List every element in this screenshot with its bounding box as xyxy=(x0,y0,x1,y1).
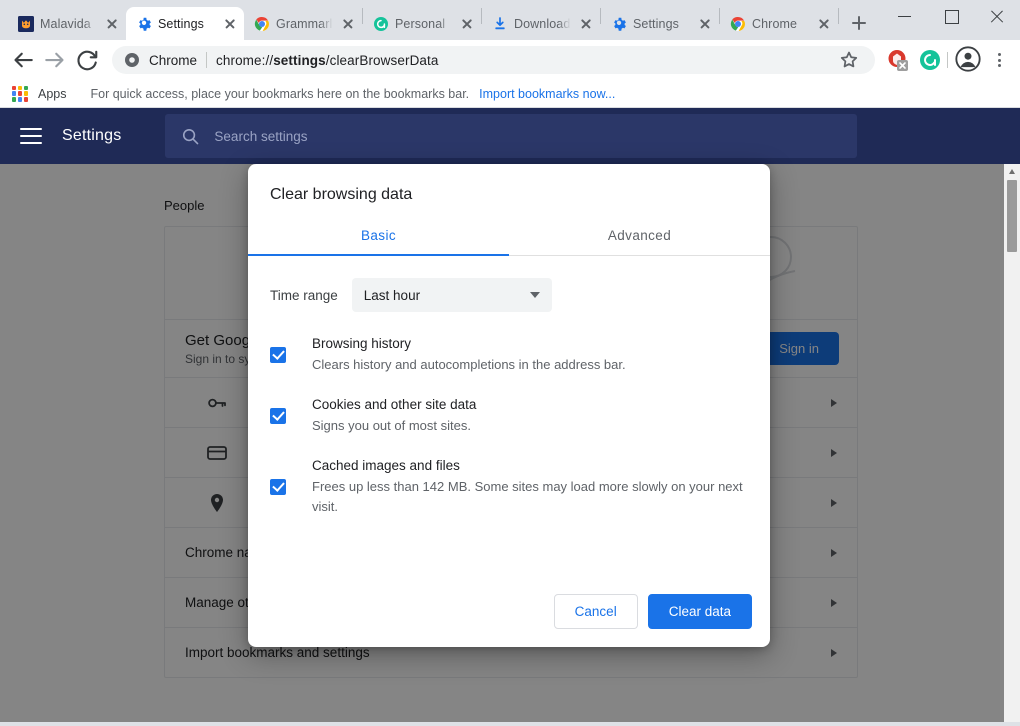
checkbox-title: Browsing history xyxy=(312,336,412,351)
scroll-up-arrow-icon[interactable] xyxy=(1008,169,1015,174)
import-bookmarks-link[interactable]: Import bookmarks now... xyxy=(479,87,615,101)
profile-avatar[interactable] xyxy=(954,45,984,75)
malavida-icon xyxy=(18,15,34,32)
checkbox-row-cached-images[interactable]: Cached images and files Frees up less th… xyxy=(270,456,748,517)
tab-separator xyxy=(838,8,839,24)
tab-label: Downloads xyxy=(514,16,572,31)
page-scrollbar[interactable] xyxy=(1004,164,1020,722)
bookmarks-bar: Apps For quick access, place your bookma… xyxy=(0,80,1020,108)
settings-page: Settings Search settings People Get Goog… xyxy=(0,108,1020,722)
url-bold: settings xyxy=(273,52,326,68)
chevron-down-icon xyxy=(529,292,540,298)
bookmarks-hint: For quick access, place your bookmarks h… xyxy=(90,86,470,101)
tab-label: Settings xyxy=(633,16,679,31)
browser-toolbar: Chrome chrome://settings/clearBrowserDat… xyxy=(0,40,1020,80)
checkbox-cookies[interactable] xyxy=(270,407,286,424)
settings-top-bar: Settings Search settings xyxy=(0,108,1020,164)
window-controls xyxy=(882,0,1020,32)
dialog-body: Time range Last hour Browsing history Cl… xyxy=(248,256,770,580)
gear-icon xyxy=(614,17,626,31)
tab-personal[interactable]: Personal xyxy=(363,7,481,40)
tab-basic[interactable]: Basic xyxy=(248,218,509,256)
tab-chrome[interactable]: Chrome xyxy=(720,7,838,40)
new-tab-button[interactable] xyxy=(845,9,873,37)
forward-button[interactable] xyxy=(40,45,70,75)
grammarly-icon xyxy=(374,16,388,31)
minimize-button[interactable] xyxy=(882,0,928,32)
tab-settings-2[interactable]: Settings xyxy=(601,7,719,40)
checkbox-row-cookies[interactable]: Cookies and other site data Signs you ou… xyxy=(270,395,748,436)
grammarly-extension-icon[interactable] xyxy=(917,47,943,73)
url-text: chrome://settings/clearBrowserData xyxy=(216,53,826,68)
address-bar[interactable]: Chrome chrome://settings/clearBrowserDat… xyxy=(112,46,875,74)
close-icon[interactable] xyxy=(816,16,832,32)
checkbox-cached-images[interactable] xyxy=(270,478,286,495)
tab-advanced[interactable]: Advanced xyxy=(509,218,770,255)
url-suffix: /clearBrowserData xyxy=(325,52,439,68)
tab-label: Personal xyxy=(395,16,446,31)
close-icon[interactable] xyxy=(222,16,238,32)
omnibox-divider xyxy=(206,52,208,68)
tab-label: Malavida xyxy=(40,16,91,31)
settings-search-placeholder: Search settings xyxy=(214,128,308,144)
toolbar-divider xyxy=(947,52,948,68)
tab-downloads[interactable]: Downloads xyxy=(482,7,600,40)
download-icon xyxy=(495,16,505,29)
chrome-icon xyxy=(125,53,139,67)
checkbox-description: Clears history and autocompletions in th… xyxy=(312,357,626,372)
checkbox-title: Cached images and files xyxy=(312,458,460,473)
search-icon xyxy=(183,128,199,144)
tab-settings-active[interactable]: Settings xyxy=(126,7,244,40)
settings-title: Settings xyxy=(62,127,122,144)
scrollbar-thumb[interactable] xyxy=(1007,180,1017,252)
apps-label[interactable]: Apps xyxy=(38,87,67,101)
window-close-button[interactable] xyxy=(974,0,1020,32)
tab-grammarly-page[interactable]: Grammarly xyxy=(244,7,362,40)
maximize-button[interactable] xyxy=(928,0,974,32)
dialog-tabs: Basic Advanced xyxy=(248,218,770,256)
close-icon[interactable] xyxy=(459,16,475,32)
time-range-label: Time range xyxy=(270,287,338,303)
checkbox-row-browsing-history[interactable]: Browsing history Clears history and auto… xyxy=(270,334,748,375)
time-range-group: Time range Last hour xyxy=(270,278,748,312)
browser-window: Malavida Settings Grammarly Personal Dow… xyxy=(0,0,1020,726)
chrome-icon xyxy=(254,16,269,31)
security-chip: Chrome xyxy=(149,52,198,68)
apps-grid-icon[interactable] xyxy=(12,85,28,102)
tab-malavida[interactable]: Malavida xyxy=(8,7,126,40)
malwarebytes-extension-icon[interactable] xyxy=(885,47,911,73)
clear-data-button[interactable]: Clear data xyxy=(647,594,752,629)
url-prefix: chrome:// xyxy=(216,52,274,68)
close-icon[interactable] xyxy=(104,16,120,32)
time-range-select[interactable]: Last hour xyxy=(351,278,552,312)
hamburger-menu-icon[interactable] xyxy=(20,128,42,144)
chrome-menu-button[interactable] xyxy=(986,45,1012,75)
cancel-button[interactable]: Cancel xyxy=(553,594,638,629)
reload-button[interactable] xyxy=(72,45,102,75)
chrome-icon xyxy=(730,16,745,31)
close-icon[interactable] xyxy=(340,16,356,32)
close-icon[interactable] xyxy=(697,16,713,32)
tab-label: Grammarly xyxy=(276,16,334,31)
bookmark-star-icon[interactable] xyxy=(835,46,863,74)
clear-browsing-data-dialog: Clear browsing data Basic Advanced Time … xyxy=(248,164,770,647)
dialog-title: Clear browsing data xyxy=(270,186,413,203)
checkbox-browsing-history[interactable] xyxy=(270,346,286,363)
tab-strip: Malavida Settings Grammarly Personal Dow… xyxy=(0,0,1020,40)
close-icon[interactable] xyxy=(578,16,594,32)
checkbox-title: Cookies and other site data xyxy=(312,397,477,412)
checkbox-description: Signs you out of most sites. xyxy=(312,418,471,433)
checkbox-description: Frees up less than 142 MB. Some sites ma… xyxy=(312,479,743,514)
gear-icon xyxy=(139,17,151,31)
settings-body: People Get Google Sign in to Sign in Chr… xyxy=(0,164,1020,722)
back-button[interactable] xyxy=(8,45,38,75)
tab-label: Settings xyxy=(158,16,204,31)
dialog-footer: Cancel Clear data xyxy=(248,580,770,647)
settings-search[interactable]: Search settings xyxy=(165,114,858,158)
tab-label: Chrome xyxy=(752,16,798,31)
time-range-value: Last hour xyxy=(363,287,421,303)
